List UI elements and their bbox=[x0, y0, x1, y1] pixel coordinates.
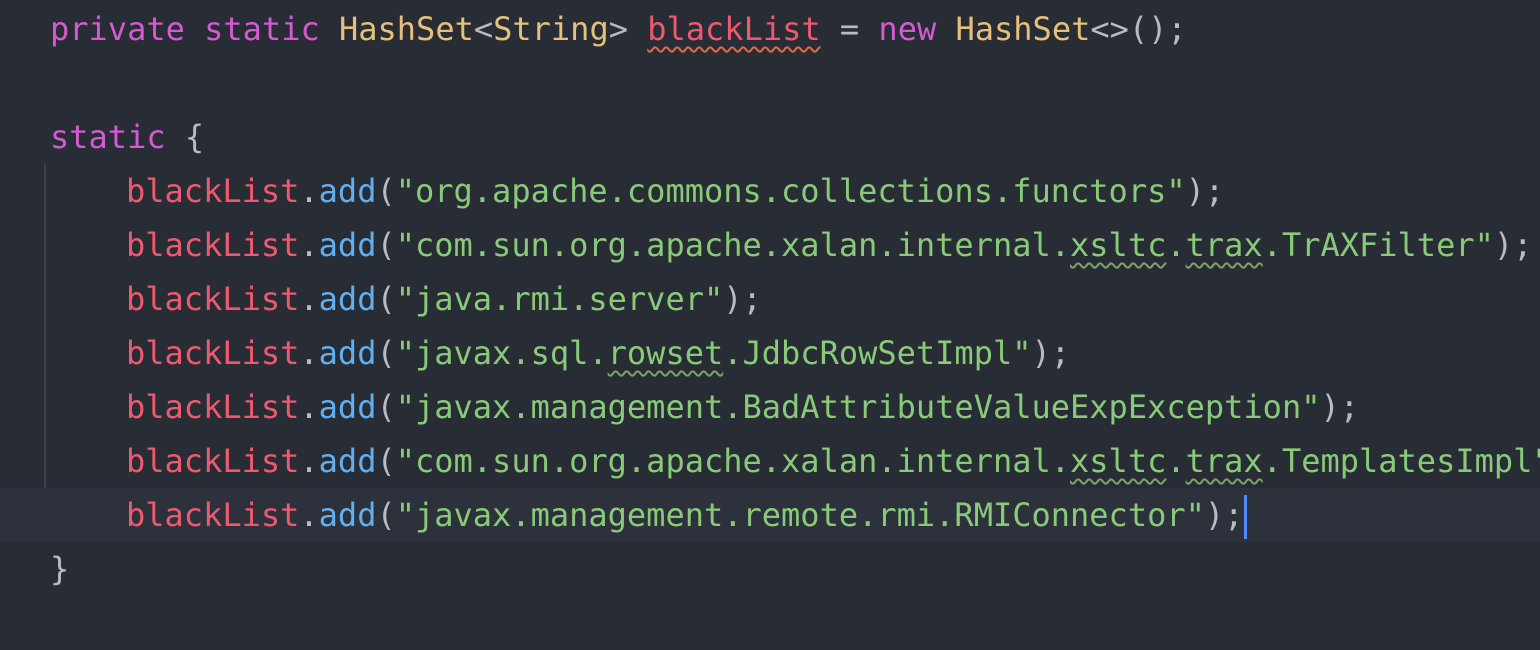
paren-open: ( bbox=[376, 442, 396, 480]
code-line-add-5[interactable]: blackList.add("javax.management.BadAttri… bbox=[0, 380, 1540, 434]
add-statement: blackList.add("javax.sql.rowset.JdbcRowS… bbox=[126, 326, 1070, 380]
type-string: String bbox=[493, 10, 609, 48]
add-statement: blackList.add("javax.management.remote.r… bbox=[126, 488, 1248, 542]
field-blacklist: blackList bbox=[126, 442, 300, 480]
dot: . bbox=[299, 172, 319, 210]
add-statement: blackList.add("java.rmi.server"); bbox=[126, 272, 762, 326]
string-literal: .JdbcRowSetImpl" bbox=[723, 334, 1032, 372]
code-line-add-3[interactable]: blackList.add("java.rmi.server"); bbox=[0, 272, 1540, 326]
string-literal: "javax.sql. bbox=[395, 334, 608, 372]
string-literal: "javax.management.BadAttributeValueExpEx… bbox=[395, 388, 1321, 426]
paren-close: ); bbox=[1031, 334, 1071, 372]
code-line-static-close[interactable]: } bbox=[0, 542, 1540, 596]
keyword-private: private bbox=[50, 10, 185, 48]
type-hashset-constructor: HashSet bbox=[955, 10, 1091, 48]
method-add: add bbox=[318, 334, 377, 372]
string-literal: "java.rmi.server" bbox=[395, 280, 724, 318]
keyword-new: new bbox=[878, 10, 937, 48]
typo-highlight: trax bbox=[1185, 226, 1263, 264]
string-literal: . bbox=[1166, 226, 1186, 264]
method-add: add bbox=[318, 442, 377, 480]
open-brace: { bbox=[165, 118, 205, 156]
add-statement: blackList.add("javax.management.BadAttri… bbox=[126, 380, 1359, 434]
string-literal: . bbox=[1166, 442, 1186, 480]
string-literal: .TrAXFilter" bbox=[1262, 226, 1494, 264]
assign-operator: = bbox=[820, 10, 879, 48]
dot: . bbox=[299, 226, 319, 264]
method-add: add bbox=[318, 280, 377, 318]
paren-open: ( bbox=[376, 226, 396, 264]
code-line-add-6[interactable]: blackList.add("com.sun.org.apache.xalan.… bbox=[0, 434, 1540, 488]
keyword-static: static bbox=[204, 10, 320, 48]
paren-close: ); bbox=[723, 280, 762, 318]
declaration-code: private static HashSet<String> blackList… bbox=[50, 2, 1187, 56]
dot: . bbox=[299, 334, 319, 372]
field-blacklist: blackList bbox=[126, 334, 300, 372]
static-block-open: static { bbox=[50, 110, 204, 164]
field-blacklist-declaration: blackList bbox=[647, 10, 821, 48]
field-blacklist: blackList bbox=[126, 496, 300, 534]
code-line-add-1[interactable]: blackList.add("org.apache.commons.collec… bbox=[0, 164, 1540, 218]
code-line-add-4[interactable]: blackList.add("javax.sql.rowset.JdbcRowS… bbox=[0, 326, 1540, 380]
string-literal: "com.sun.org.apache.xalan.internal. bbox=[395, 442, 1071, 480]
generic-close: > bbox=[608, 10, 628, 48]
paren-open: ( bbox=[376, 280, 396, 318]
dot: . bbox=[299, 388, 319, 426]
string-literal: "org.apache.commons.collections.functors… bbox=[395, 172, 1186, 210]
string-literal: .TemplatesImpl" bbox=[1262, 442, 1540, 480]
keyword-static-block: static bbox=[50, 118, 166, 156]
typo-highlight: xsltc bbox=[1070, 226, 1167, 264]
generic-open: < bbox=[473, 10, 494, 48]
code-line-declaration[interactable]: private static HashSet<String> blackList… bbox=[0, 2, 1540, 56]
field-blacklist: blackList bbox=[126, 280, 300, 318]
typo-highlight: trax bbox=[1185, 442, 1263, 480]
close-brace: } bbox=[50, 550, 70, 588]
typo-highlight: rowset bbox=[607, 334, 724, 372]
method-add: add bbox=[318, 496, 377, 534]
typo-highlight: xsltc bbox=[1070, 442, 1167, 480]
method-add: add bbox=[318, 172, 377, 210]
dot: . bbox=[299, 496, 319, 534]
field-blacklist: blackList bbox=[126, 388, 300, 426]
text-caret bbox=[1244, 495, 1248, 539]
field-blacklist: blackList bbox=[126, 226, 300, 264]
dot: . bbox=[299, 280, 319, 318]
paren-close: ); bbox=[1204, 496, 1244, 534]
add-statement: blackList.add("com.sun.org.apache.xalan.… bbox=[126, 434, 1540, 488]
paren-close: ); bbox=[1493, 226, 1533, 264]
code-editor[interactable]: private static HashSet<String> blackList… bbox=[0, 0, 1540, 650]
string-literal: "com.sun.org.apache.xalan.internal. bbox=[395, 226, 1071, 264]
string-literal: "javax.management.remote.rmi.RMIConnecto… bbox=[395, 496, 1205, 534]
add-statement: blackList.add("com.sun.org.apache.xalan.… bbox=[126, 218, 1532, 272]
add-statement: blackList.add("org.apache.commons.collec… bbox=[126, 164, 1224, 218]
code-line-static-open[interactable]: static { bbox=[0, 110, 1540, 164]
paren-open: ( bbox=[376, 334, 396, 372]
paren-close: ); bbox=[1320, 388, 1359, 426]
paren-open: ( bbox=[376, 496, 396, 534]
constructor-tail: <>(); bbox=[1090, 10, 1187, 48]
type-hashset: HashSet bbox=[338, 10, 474, 48]
code-line-add-2[interactable]: blackList.add("com.sun.org.apache.xalan.… bbox=[0, 218, 1540, 272]
dot: . bbox=[299, 442, 319, 480]
paren-open: ( bbox=[376, 172, 396, 210]
code-line-add-7-current[interactable]: blackList.add("javax.management.remote.r… bbox=[0, 488, 1540, 542]
method-add: add bbox=[318, 226, 377, 264]
paren-close: ); bbox=[1185, 172, 1225, 210]
method-add: add bbox=[318, 388, 377, 426]
paren-open: ( bbox=[376, 388, 396, 426]
field-blacklist: blackList bbox=[126, 172, 300, 210]
